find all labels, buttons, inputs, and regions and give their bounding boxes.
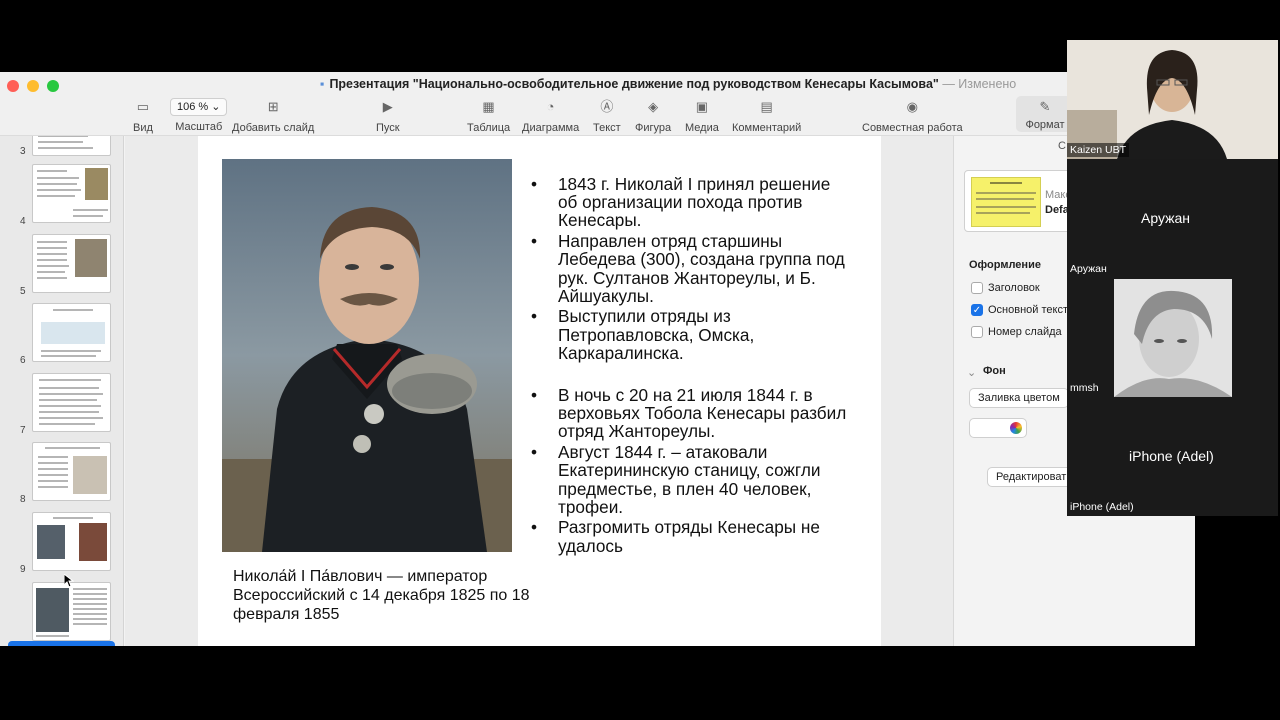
collaborate-icon: ◉ [906,99,918,114]
slide-thumbnail-9[interactable] [32,512,111,571]
media-icon: ▣ [695,99,709,114]
slide-thumbnail-8[interactable] [32,442,111,501]
comment-button[interactable]: ▤ Комментарий [732,98,801,134]
chevron-down-icon: ⌄ [211,101,221,113]
zoom-control[interactable]: 106 % ⌄ Масштаб [170,98,228,133]
add-slide-icon: ⊞ [267,99,279,114]
shape-icon: ◈ [648,99,659,114]
participant-name-label: mmsh [1070,382,1099,394]
background-heading: Фон [983,365,1006,377]
text-button[interactable]: Ⓐ Текст [593,98,621,134]
color-wheel-icon[interactable] [1010,422,1022,434]
slide-number: 7 [20,425,26,436]
slide-thumbnail-10[interactable] [32,582,111,641]
slide-number: 4 [20,216,26,227]
participant-name: Аружан [1141,210,1191,226]
participant-name: iPhone (Adel) [1129,448,1214,464]
keynote-window: ▪ Презентация "Национально-освободительно… [0,72,1195,646]
slide-thumbnail-4[interactable] [32,164,111,223]
title-checkbox[interactable] [971,282,983,294]
participant-video-frame [1067,40,1278,159]
document-icon: ▪ [320,77,325,91]
slide-number: 3 [20,146,26,157]
paintbrush-icon: ✎ [1039,99,1051,114]
slide-thumbnail-3[interactable] [32,136,111,156]
slide-number: 9 [20,564,26,575]
slide-bullet-list[interactable]: 1843 г. Николай I принял решение об орга… [531,175,851,557]
participant-tile-aruzhan[interactable]: Аружан Аружан [1067,159,1278,278]
table-icon: ▦ [482,99,495,114]
bullet-item: 1843 г. Николай I принял решение об орга… [531,175,851,230]
portrait-image [222,159,512,552]
body-text-checkbox[interactable]: ✓ [971,304,983,316]
format-button[interactable]: ✎ Формат [1016,96,1074,132]
participant-name-label: Аружан [1070,263,1107,275]
document-title: ▪ Презентация "Национально-освободительно… [320,77,1017,91]
toolbar: ▪ Презентация "Национально-освободительно… [0,72,1195,136]
fill-color-well[interactable] [969,418,1027,438]
slide-thumbnail-6[interactable] [32,303,111,362]
inspector-tab-slide-layout[interactable]: С [1058,140,1066,152]
collaborate-button[interactable]: ◉ Совместная работа [862,98,963,134]
slide-number: 6 [20,355,26,366]
play-button[interactable]: ▶ Пуск [376,98,400,134]
appearance-heading: Оформление [969,259,1041,271]
chart-button[interactable]: ◔ Диаграмма [522,98,579,134]
portrait-caption[interactable]: Никола́й I Па́влович — император Всеросс… [233,567,533,624]
slide-number: 8 [20,494,26,505]
bullet-item: Направлен отряд старшины Лебедева (300),… [531,232,851,305]
slide-navigator: 3 4 5 6 7 8 9 [0,136,124,646]
chevron-down-icon[interactable]: ⌄ [967,366,976,379]
close-window-button[interactable] [7,80,19,92]
bullet-item: Август 1844 г. – атаковали Екатерининску… [531,443,851,516]
slide-thumbnail-5[interactable] [32,234,111,293]
bullet-item: Разгромить отряды Кенесары не удалось [531,518,851,555]
participant-name-label: iPhone (Adel) [1070,501,1134,513]
slide-canvas: 1843 г. Николай I принял решение об орга… [125,136,953,646]
media-button[interactable]: ▣ Медиа [685,98,719,134]
sidebar-icon: ▭ [136,99,150,114]
add-slide-button[interactable]: ⊞ Добавить слайд [232,98,314,134]
slide-thumbnail-7[interactable] [32,373,111,432]
chart-icon: ◔ [546,99,555,114]
mouse-cursor-icon [64,574,74,588]
shape-button[interactable]: ◈ Фигура [635,98,671,134]
layout-preview[interactable]: Маке Defa [964,170,1074,232]
participant-avatar [1114,279,1232,397]
participant-video-kaizen[interactable]: Kaizen UBT [1067,40,1278,159]
slide-number-checkbox[interactable] [971,326,983,338]
view-button[interactable]: ▭ Вид [133,98,153,134]
fill-type-dropdown[interactable]: Заливка цветом [969,388,1069,408]
participant-tile-mmsh[interactable]: mmsh [1067,278,1278,397]
bullet-item: Выступили отряды из Петропавловска, Омск… [531,307,851,362]
participant-tile-iphone-adel[interactable]: iPhone (Adel) iPhone (Adel) [1067,397,1278,516]
play-icon: ▶ [382,99,393,114]
selected-slide-highlight [8,641,115,646]
minimize-window-button[interactable] [27,80,39,92]
comment-icon: ▤ [760,99,773,114]
bullet-item: В ночь с 20 на 21 июля 1844 г. в верховь… [531,386,851,441]
table-button[interactable]: ▦ Таблица [467,98,510,134]
current-slide[interactable]: 1843 г. Николай I принял решение об орга… [198,136,881,646]
zoom-dropdown[interactable]: 106 % ⌄ [170,98,228,116]
zoom-window-button[interactable] [47,80,59,92]
text-box-icon: Ⓐ [600,99,614,114]
participant-name-label: Kaizen UBT [1067,143,1130,157]
slide-number: 5 [20,286,26,297]
layout-thumbnail [971,177,1041,227]
